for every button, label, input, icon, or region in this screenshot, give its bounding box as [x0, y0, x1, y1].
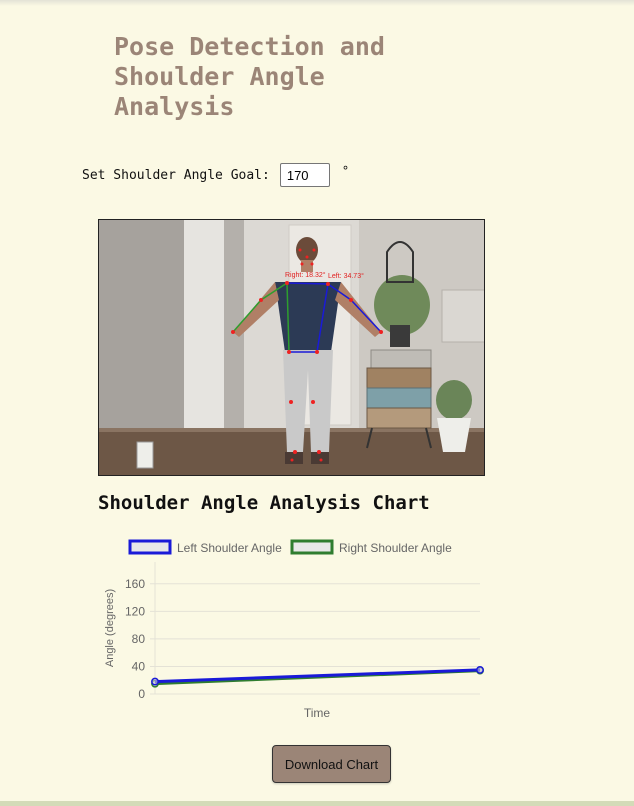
- y-tick-labels: 0 40 80 120 160: [125, 577, 145, 701]
- legend-swatch[interactable]: [128, 539, 172, 555]
- chart-canvas: Left Shoulder Angle Right Shoulder Angle …: [104, 539, 484, 720]
- y-tick-label: 160: [125, 577, 145, 591]
- data-point[interactable]: [151, 677, 159, 686]
- pose-scene: Right: 18.32° Left: 34.73°: [99, 220, 484, 475]
- degree-unit: °: [341, 164, 350, 178]
- bottom-strip: [0, 801, 634, 806]
- y-tick-label: 40: [132, 659, 146, 673]
- goal-label: Set Shoulder Angle Goal:: [82, 167, 270, 183]
- chart-heading: Shoulder Angle Analysis Chart: [98, 492, 430, 514]
- legend-swatch[interactable]: [290, 539, 334, 555]
- right-angle-overlay: Right: 18.32°: [285, 271, 326, 279]
- top-shade: [0, 0, 634, 6]
- chart-series: [151, 665, 484, 688]
- series-line: [154, 668, 481, 684]
- chart-legend: Left Shoulder Angle Right Shoulder Angle: [128, 539, 452, 555]
- y-axis-label: Angle (degrees): [104, 589, 116, 667]
- page-title: Pose Detection and Shoulder Angle Analys…: [114, 32, 385, 121]
- legend-label[interactable]: Right Shoulder Angle: [339, 541, 452, 555]
- legend-label[interactable]: Left Shoulder Angle: [177, 541, 282, 555]
- y-tick-label: 80: [132, 632, 146, 646]
- data-point[interactable]: [476, 665, 484, 674]
- y-tick-label: 0: [138, 687, 145, 701]
- goal-control: Set Shoulder Angle Goal: °: [82, 163, 349, 187]
- shoulder-angle-chart: Left Shoulder Angle Right Shoulder Angle …: [98, 530, 498, 730]
- chart-grid: [150, 562, 480, 695]
- x-axis-label: Time: [304, 706, 331, 720]
- pose-video-frame: Right: 18.32° Left: 34.73°: [98, 219, 485, 476]
- y-tick-label: 120: [125, 604, 145, 618]
- download-chart-button[interactable]: Download Chart: [272, 745, 391, 783]
- left-angle-overlay: Left: 34.73°: [328, 272, 364, 280]
- goal-angle-input[interactable]: [279, 163, 330, 187]
